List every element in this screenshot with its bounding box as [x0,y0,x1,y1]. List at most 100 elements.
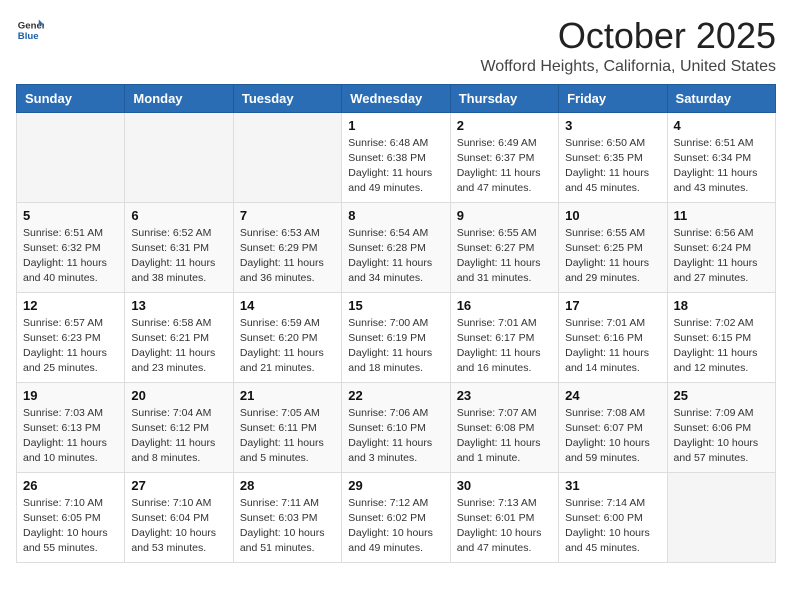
logo: General Blue [16,16,44,44]
calendar-cell [233,112,341,202]
calendar-week-row: 12 Sunrise: 6:57 AMSunset: 6:23 PMDayligh… [17,292,776,382]
day-number: 3 [565,118,660,133]
day-info: Sunrise: 6:55 AMSunset: 6:25 PMDaylight:… [565,226,660,287]
calendar-cell: 26Sunrise: 7:10 AMSunset: 6:05 PMDayligh… [17,472,125,562]
day-number: 12 [23,298,118,313]
calendar-cell: 8 Sunrise: 6:54 AMSunset: 6:28 PMDaylight… [342,202,450,292]
day-info: Sunrise: 6:55 AMSunset: 6:27 PMDaylight:… [457,226,552,287]
svg-text:Blue: Blue [18,31,39,42]
calendar-cell: 30 Sunrise: 7:13 AMSunset: 6:01 PMDayligh… [450,472,558,562]
day-number: 20 [131,388,226,403]
day-number: 25 [674,388,769,403]
calendar-cell: 17Sunrise: 7:01 AMSunset: 6:16 PMDayligh… [559,292,667,382]
calendar-cell [667,472,775,562]
calendar-cell: 12 Sunrise: 6:57 AMSunset: 6:23 PMDayligh… [17,292,125,382]
logo-icon: General Blue [16,16,44,44]
day-info: Sunrise: 6:54 AMSunset: 6:28 PMDaylight:… [348,226,443,287]
day-number: 18 [674,298,769,313]
day-info: Sunrise: 6:56 AMSunset: 6:24 PMDaylight:… [674,226,769,287]
calendar-cell: 7 Sunrise: 6:53 AMSunset: 6:29 PMDaylight… [233,202,341,292]
calendar-cell: 6 Sunrise: 6:52 AMSunset: 6:31 PMDaylight… [125,202,233,292]
calendar-cell: 29 Sunrise: 7:12 AMSunset: 6:02 PMDayligh… [342,472,450,562]
calendar-cell: 22Sunrise: 7:06 AMSunset: 6:10 PMDayligh… [342,382,450,472]
day-number: 9 [457,208,552,223]
day-number: 6 [131,208,226,223]
day-info: Sunrise: 7:02 AMSunset: 6:15 PMDaylight:… [674,316,769,377]
calendar-week-row: 19 Sunrise: 7:03 AMSunset: 6:13 PMDayligh… [17,382,776,472]
location-title: Wofford Heights, California, United Stat… [480,58,776,76]
day-number: 19 [23,388,118,403]
day-info: Sunrise: 7:01 AMSunset: 6:16 PMDaylight:… [565,316,660,377]
day-info: Sunrise: 7:00 AMSunset: 6:19 PMDaylight:… [348,316,443,377]
calendar-cell: 13 Sunrise: 6:58 AMSunset: 6:21 PMDayligh… [125,292,233,382]
day-number: 8 [348,208,443,223]
calendar-cell: 15Sunrise: 7:00 AMSunset: 6:19 PMDayligh… [342,292,450,382]
calendar-cell: 23 Sunrise: 7:07 AMSunset: 6:08 PMDayligh… [450,382,558,472]
calendar-cell: 25 Sunrise: 7:09 AMSunset: 6:06 PMDayligh… [667,382,775,472]
day-info: Sunrise: 6:49 AMSunset: 6:37 PMDaylight:… [457,136,552,197]
day-number: 22 [348,388,443,403]
day-number: 30 [457,478,552,493]
day-info: Sunrise: 6:48 AMSunset: 6:38 PMDaylight:… [348,136,443,197]
calendar-cell: 28Sunrise: 7:11 AMSunset: 6:03 PMDayligh… [233,472,341,562]
weekday-header-wednesday: Wednesday [342,84,450,112]
day-info: Sunrise: 7:12 AMSunset: 6:02 PMDaylight:… [348,496,443,557]
calendar-cell: 20 Sunrise: 7:04 AMSunset: 6:12 PMDayligh… [125,382,233,472]
day-number: 7 [240,208,335,223]
day-info: Sunrise: 7:13 AMSunset: 6:01 PMDaylight:… [457,496,552,557]
calendar-table: SundayMondayTuesdayWednesdayThursdayFrid… [16,84,776,563]
day-info: Sunrise: 6:53 AMSunset: 6:29 PMDaylight:… [240,226,335,287]
day-info: Sunrise: 6:52 AMSunset: 6:31 PMDaylight:… [131,226,226,287]
calendar-cell: 16Sunrise: 7:01 AMSunset: 6:17 PMDayligh… [450,292,558,382]
calendar-cell: 14Sunrise: 6:59 AMSunset: 6:20 PMDayligh… [233,292,341,382]
day-info: Sunrise: 7:14 AMSunset: 6:00 PMDaylight:… [565,496,660,557]
day-info: Sunrise: 6:59 AMSunset: 6:20 PMDaylight:… [240,316,335,377]
day-number: 1 [348,118,443,133]
day-number: 2 [457,118,552,133]
day-info: Sunrise: 6:58 AMSunset: 6:21 PMDaylight:… [131,316,226,377]
calendar-cell: 18 Sunrise: 7:02 AMSunset: 6:15 PMDayligh… [667,292,775,382]
calendar-cell: 3 Sunrise: 6:50 AMSunset: 6:35 PMDaylight… [559,112,667,202]
day-number: 29 [348,478,443,493]
day-info: Sunrise: 7:03 AMSunset: 6:13 PMDaylight:… [23,406,118,467]
day-info: Sunrise: 6:51 AMSunset: 6:32 PMDaylight:… [23,226,118,287]
calendar-cell: 9 Sunrise: 6:55 AMSunset: 6:27 PMDaylight… [450,202,558,292]
calendar-cell: 5 Sunrise: 6:51 AMSunset: 6:32 PMDaylight… [17,202,125,292]
day-info: Sunrise: 7:07 AMSunset: 6:08 PMDaylight:… [457,406,552,467]
day-info: Sunrise: 6:51 AMSunset: 6:34 PMDaylight:… [674,136,769,197]
day-info: Sunrise: 7:10 AMSunset: 6:05 PMDaylight:… [23,496,118,557]
weekday-header-saturday: Saturday [667,84,775,112]
day-info: Sunrise: 7:01 AMSunset: 6:17 PMDaylight:… [457,316,552,377]
calendar-cell: 27Sunrise: 7:10 AMSunset: 6:04 PMDayligh… [125,472,233,562]
calendar-cell: 24Sunrise: 7:08 AMSunset: 6:07 PMDayligh… [559,382,667,472]
weekday-header-thursday: Thursday [450,84,558,112]
calendar-week-row: 1 Sunrise: 6:48 AMSunset: 6:38 PMDaylight… [17,112,776,202]
calendar-cell [125,112,233,202]
weekday-header-row: SundayMondayTuesdayWednesdayThursdayFrid… [17,84,776,112]
day-number: 5 [23,208,118,223]
day-info: Sunrise: 7:04 AMSunset: 6:12 PMDaylight:… [131,406,226,467]
title-block: October 2025 Wofford Heights, California… [480,16,776,76]
calendar-cell: 10Sunrise: 6:55 AMSunset: 6:25 PMDayligh… [559,202,667,292]
weekday-header-tuesday: Tuesday [233,84,341,112]
day-info: Sunrise: 7:09 AMSunset: 6:06 PMDaylight:… [674,406,769,467]
day-info: Sunrise: 6:57 AMSunset: 6:23 PMDaylight:… [23,316,118,377]
day-number: 21 [240,388,335,403]
day-number: 11 [674,208,769,223]
calendar-cell: 4 Sunrise: 6:51 AMSunset: 6:34 PMDaylight… [667,112,775,202]
weekday-header-sunday: Sunday [17,84,125,112]
day-number: 13 [131,298,226,313]
calendar-week-row: 5 Sunrise: 6:51 AMSunset: 6:32 PMDaylight… [17,202,776,292]
day-number: 24 [565,388,660,403]
day-info: Sunrise: 6:50 AMSunset: 6:35 PMDaylight:… [565,136,660,197]
calendar-week-row: 26Sunrise: 7:10 AMSunset: 6:05 PMDayligh… [17,472,776,562]
calendar-cell: 1 Sunrise: 6:48 AMSunset: 6:38 PMDaylight… [342,112,450,202]
day-number: 28 [240,478,335,493]
calendar-cell: 19 Sunrise: 7:03 AMSunset: 6:13 PMDayligh… [17,382,125,472]
day-number: 4 [674,118,769,133]
day-number: 23 [457,388,552,403]
month-title: October 2025 [480,16,776,56]
day-info: Sunrise: 7:10 AMSunset: 6:04 PMDaylight:… [131,496,226,557]
calendar-cell: 31Sunrise: 7:14 AMSunset: 6:00 PMDayligh… [559,472,667,562]
page-header: General Blue October 2025 Wofford Height… [16,16,776,76]
